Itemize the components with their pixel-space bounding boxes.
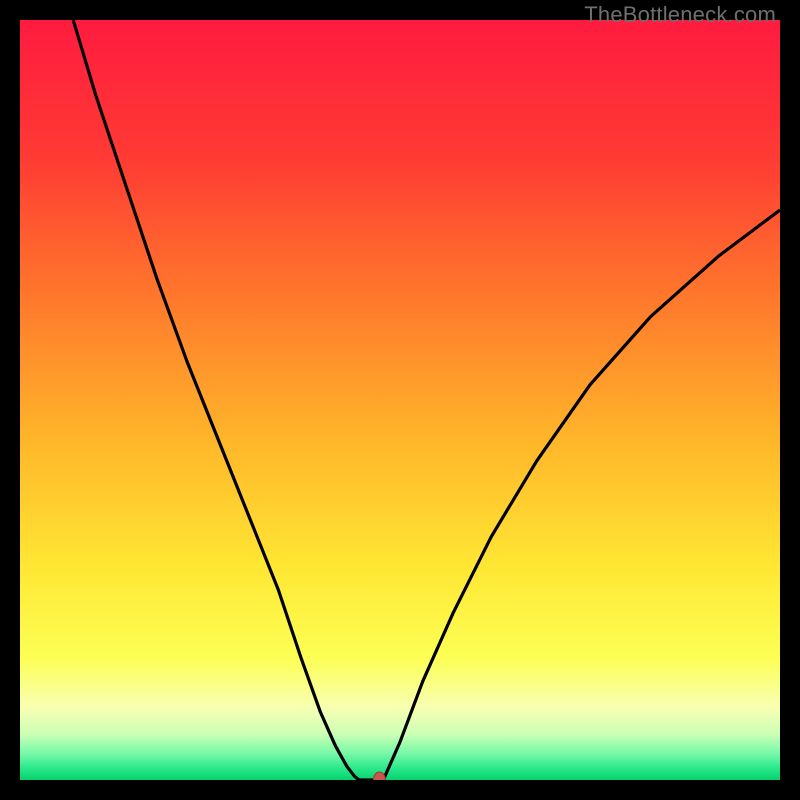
bottleneck-chart (20, 20, 780, 780)
chart-frame (20, 20, 780, 780)
gradient-background (20, 20, 780, 780)
watermark-text: TheBottleneck.com (584, 2, 776, 28)
